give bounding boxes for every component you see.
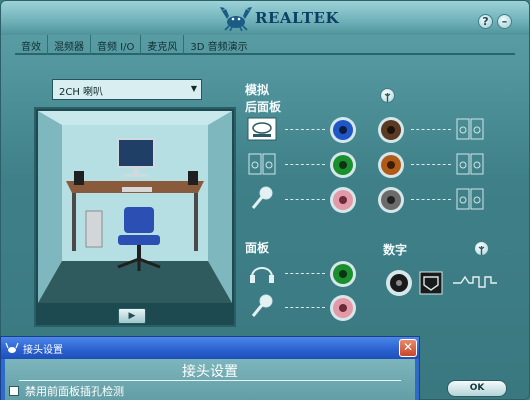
front-mic-jack-pink[interactable] (329, 294, 357, 322)
brand-name: REALTEK (255, 9, 339, 27)
mic-in-jack-pink[interactable] (329, 186, 357, 214)
speaker-config-value: 2CH 喇叭 (59, 87, 104, 98)
connector-line (285, 164, 325, 165)
side-speaker-jack-gray[interactable] (377, 186, 405, 214)
realtek-logo: REALTEK (219, 5, 339, 31)
close-icon[interactable]: ✕ (399, 339, 417, 357)
front-speaker-jack-green[interactable] (329, 151, 357, 179)
speaker-pair-icon (456, 188, 484, 210)
coaxial-output-jack[interactable] (385, 269, 413, 297)
dialog-heading: 接头设置 (182, 364, 238, 380)
analog-settings-button[interactable] (380, 88, 395, 103)
dialog-body: 接头设置 禁用前面板插孔检测 (5, 359, 415, 400)
connector-line (411, 164, 451, 165)
connector-line (411, 199, 451, 200)
play-test-button[interactable]: ▶ (118, 308, 146, 324)
back-panel-label: 后面板 (245, 100, 282, 114)
wrench-icon (478, 246, 485, 255)
tab-mixer[interactable]: 混频器 (47, 35, 90, 55)
minimize-button[interactable]: – (497, 14, 512, 29)
chevron-down-icon: ▼ (190, 84, 197, 93)
speaker-pair-icon (456, 153, 484, 175)
tab-sound-effects[interactable]: 音效 (15, 35, 47, 55)
headphone-jack-green[interactable] (329, 260, 357, 288)
front-panel-label: 面板 (245, 241, 270, 255)
optical-output-jack[interactable] (419, 271, 443, 295)
analog-label: 模拟 (245, 83, 270, 97)
speaker-config-select[interactable]: 2CH 喇叭 ▼ (52, 79, 202, 100)
speaker-pair-icon (456, 118, 484, 140)
help-button[interactable]: ? (478, 14, 493, 29)
disable-front-jack-detection-checkbox[interactable] (9, 386, 19, 396)
speaker-room-preview (34, 107, 236, 327)
tab-microphone[interactable]: 麦克风 (140, 35, 183, 55)
rear-speaker-jack-black[interactable] (377, 116, 405, 144)
tab-audio-io[interactable]: 音频 I/O (90, 35, 140, 55)
digital-signal-icon (453, 275, 497, 288)
center-sub-jack-orange[interactable] (377, 151, 405, 179)
microphone-icon (251, 294, 273, 317)
connector-line (411, 129, 451, 130)
tab-bar: 音效 混频器 音频 I/O 麦克风 3D 音频演示 (15, 35, 515, 55)
room-illustration (38, 111, 232, 303)
line-in-jack-blue[interactable] (329, 116, 357, 144)
checkbox-label: 禁用前面板插孔检测 (25, 385, 124, 398)
headphones-icon (250, 267, 274, 283)
digital-label: 数字 (383, 243, 408, 257)
title-bar: REALTEK ? – (1, 1, 529, 35)
wrench-icon (384, 93, 391, 102)
line-in-device-icon (247, 117, 277, 141)
divider (19, 380, 401, 381)
dialog-title: 接头设置 (23, 345, 63, 356)
crab-logo-icon (5, 342, 19, 353)
dialog-title-bar: 接头设置 ✕ (1, 337, 419, 359)
connector-line (285, 129, 325, 130)
speaker-pair-icon (248, 153, 276, 175)
digital-settings-button[interactable] (474, 241, 489, 256)
crab-logo-icon (220, 7, 252, 31)
connector-line (285, 273, 325, 274)
ok-button[interactable]: OK (447, 380, 507, 397)
connector-line (285, 199, 325, 200)
tab-3d-audio-demo[interactable]: 3D 音频演示 (183, 35, 253, 55)
connector-settings-dialog: 接头设置 ✕ 接头设置 禁用前面板插孔检测 (0, 336, 420, 400)
microphone-icon (251, 186, 273, 209)
connector-line (285, 307, 325, 308)
